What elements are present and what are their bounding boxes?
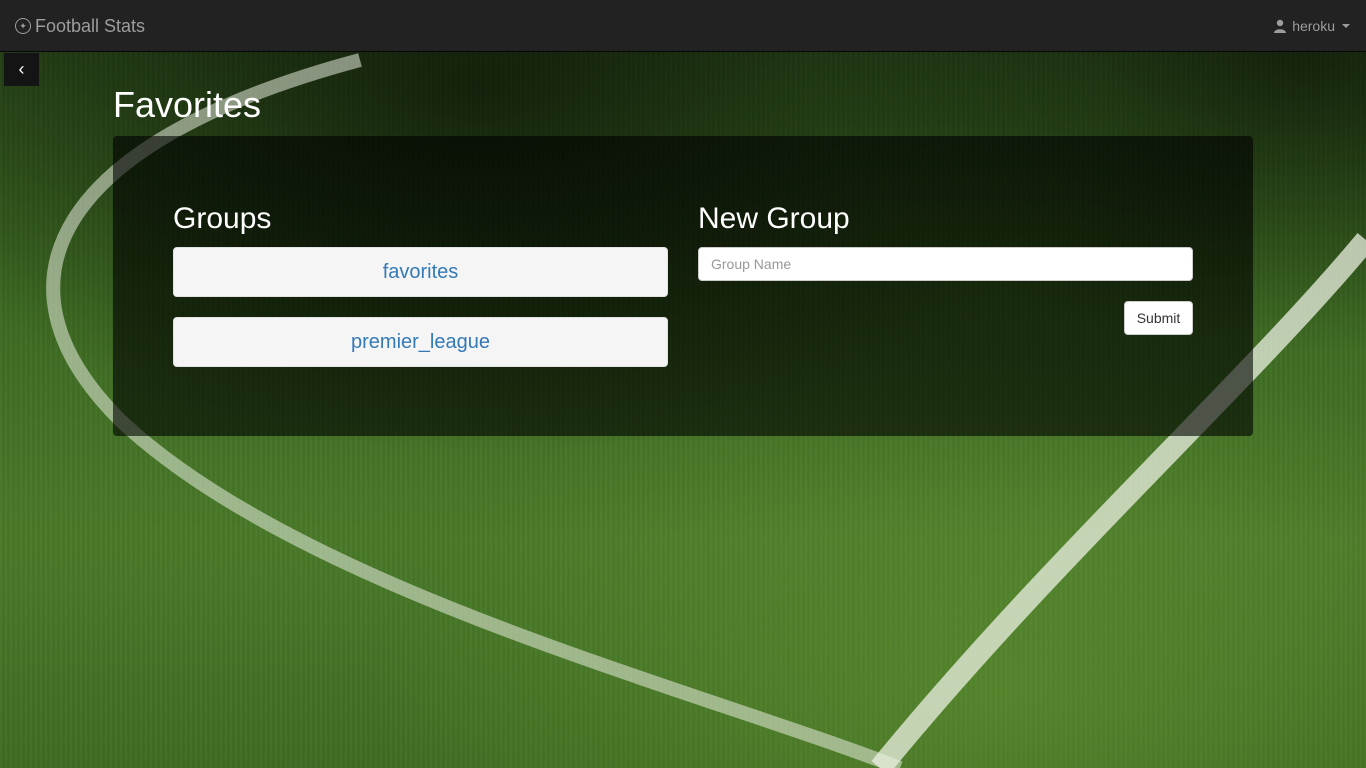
group-item-favorites[interactable]: favorites: [173, 247, 668, 297]
chevron-left-icon: ‹: [18, 59, 25, 79]
soccer-ball-icon: ✦: [15, 18, 31, 34]
user-icon: [1274, 19, 1287, 33]
submit-button[interactable]: Submit: [1124, 301, 1193, 335]
caret-down-icon: [1342, 24, 1350, 28]
favorites-panel: Groups favorites premier_league New Grou…: [113, 136, 1253, 436]
user-name: heroku: [1292, 18, 1335, 34]
group-item-premier-league[interactable]: premier_league: [173, 317, 668, 367]
group-name-input[interactable]: [698, 247, 1193, 281]
brand-label: Football Stats: [35, 15, 146, 36]
back-button[interactable]: ‹: [4, 53, 39, 86]
groups-heading: Groups: [173, 202, 272, 235]
brand-link[interactable]: ✦ Football Stats: [15, 0, 145, 52]
user-dropdown[interactable]: heroku: [1273, 0, 1350, 52]
page-title: Favorites: [113, 84, 262, 125]
new-group-heading: New Group: [698, 202, 850, 235]
top-navbar: ✦ Football Stats heroku: [0, 0, 1366, 52]
